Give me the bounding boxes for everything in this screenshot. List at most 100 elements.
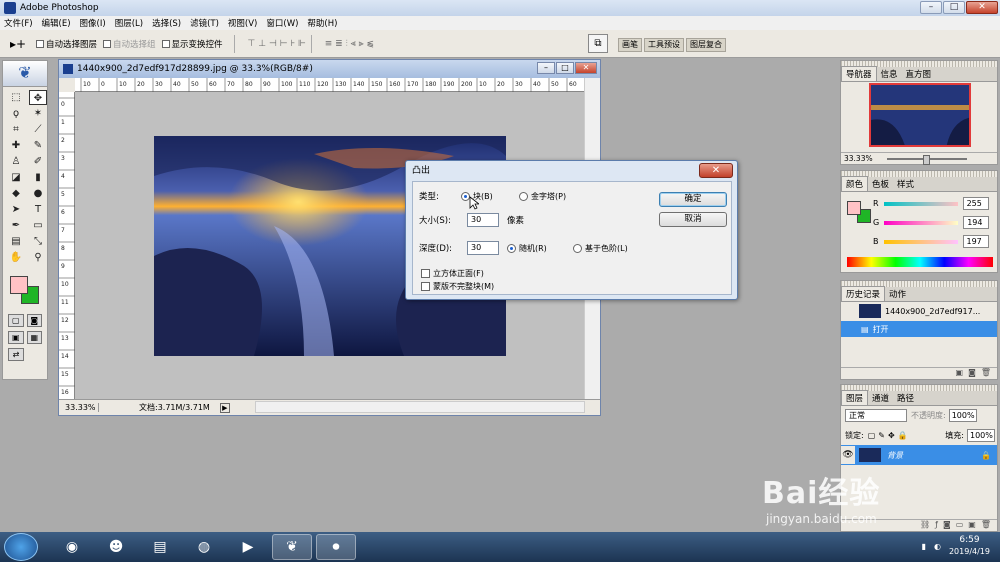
- history-brush-tool-icon[interactable]: ✐: [29, 154, 47, 169]
- notes-tool-icon[interactable]: ▤: [7, 234, 25, 249]
- tray-volume-icon[interactable]: ◐: [934, 542, 941, 551]
- minimize-button[interactable]: –: [920, 1, 942, 14]
- history-step-open[interactable]: ▤ 打开: [841, 321, 997, 337]
- stamp-tool-icon[interactable]: ♙: [7, 154, 25, 169]
- quick-mask-button[interactable]: ◙: [26, 314, 42, 327]
- b-slider[interactable]: [883, 239, 958, 244]
- crop-tool-icon[interactable]: ⌗: [7, 122, 25, 137]
- tab-swatches[interactable]: 色板: [868, 177, 893, 191]
- close-button[interactable]: ✕: [966, 1, 998, 14]
- foreground-color-swatch[interactable]: [10, 276, 28, 294]
- tab-navigator[interactable]: 导航器: [841, 66, 877, 81]
- well-tab-layer-comps[interactable]: 图层复合: [686, 38, 726, 52]
- auto-select-layer-checkbox[interactable]: 自动选择图层: [36, 38, 97, 50]
- lasso-tool-icon[interactable]: ϙ: [7, 106, 25, 121]
- depth-level-radio[interactable]: 基于色阶(L): [573, 243, 628, 254]
- menu-window[interactable]: 窗口(W): [266, 17, 298, 29]
- tab-paths[interactable]: 路径: [893, 391, 918, 405]
- navigator-thumbnail[interactable]: [869, 83, 971, 147]
- dialog-close-button[interactable]: ✕: [699, 163, 733, 178]
- show-transform-checkbox[interactable]: 显示变换控件: [161, 38, 223, 50]
- shape-tool-icon[interactable]: ▭: [29, 218, 47, 233]
- menu-layer[interactable]: 图层(L): [115, 17, 143, 29]
- r-value[interactable]: 255: [962, 197, 989, 210]
- tab-layers[interactable]: 图层: [841, 390, 869, 405]
- taskbar-app-photoshop-icon[interactable]: ❦: [272, 534, 312, 560]
- layer-row-background[interactable]: 👁 背景 🔒: [841, 445, 997, 465]
- dodge-tool-icon[interactable]: ●: [29, 186, 47, 201]
- navigator-zoom[interactable]: 33.33%: [844, 154, 873, 163]
- tab-color[interactable]: 颜色: [841, 176, 869, 191]
- brush-tool-icon[interactable]: ✎: [29, 138, 47, 153]
- new-group-icon[interactable]: ▭: [956, 520, 964, 531]
- layer-mask-icon[interactable]: ◙: [943, 520, 951, 531]
- mask-incomplete-checkbox[interactable]: 蒙版不完整块(M): [421, 281, 494, 292]
- start-button[interactable]: [4, 533, 38, 561]
- taskbar-app-player-icon[interactable]: ▶: [228, 534, 268, 560]
- menu-select[interactable]: 选择(S): [152, 17, 181, 29]
- layer-visibility-eye-icon[interactable]: 👁: [841, 446, 855, 464]
- blur-tool-icon[interactable]: ◆: [7, 186, 25, 201]
- marquee-tool-icon[interactable]: ⬚: [7, 90, 25, 105]
- blend-mode-select[interactable]: 正常: [845, 409, 907, 422]
- zoom-tool-icon[interactable]: ⚲: [29, 250, 47, 265]
- screen-mode-full-button[interactable]: ▦: [26, 331, 42, 344]
- menu-view[interactable]: 视图(V): [228, 17, 257, 29]
- palette-well-icon[interactable]: ⧉: [588, 34, 608, 53]
- menu-image[interactable]: 图像(I): [80, 17, 106, 29]
- history-snapshot[interactable]: 1440x900_2d7edf917...: [841, 303, 997, 319]
- move-tool-preset-icon[interactable]: ▸+: [10, 34, 36, 54]
- tab-history[interactable]: 历史记录: [841, 286, 886, 301]
- pen-tool-icon[interactable]: ✒: [7, 218, 25, 233]
- g-slider[interactable]: [884, 220, 959, 225]
- menu-help[interactable]: 帮助(H): [307, 17, 337, 29]
- taskbar-app-qq-icon[interactable]: ☻: [96, 534, 136, 560]
- taskbar-app-explorer-icon[interactable]: ▤: [140, 534, 180, 560]
- delete-state-icon[interactable]: 🗑: [981, 368, 991, 379]
- depth-input[interactable]: 30: [467, 241, 499, 255]
- color-spectrum-ramp[interactable]: [847, 257, 993, 267]
- move-tool-icon[interactable]: ✥: [29, 90, 47, 105]
- link-layers-icon[interactable]: ⛓: [920, 520, 930, 531]
- distribute-buttons[interactable]: ≡ ≣ ⫶ ⫷ ⫸ ⫹: [325, 39, 374, 49]
- r-slider[interactable]: [883, 201, 958, 206]
- eyedropper-tool-icon[interactable]: ⤡: [29, 234, 47, 249]
- jump-to-imageready-button[interactable]: ⇄: [8, 348, 24, 361]
- eraser-tool-icon[interactable]: ◪: [7, 170, 25, 185]
- type-tool-icon[interactable]: T: [29, 202, 47, 217]
- screen-mode-standard-button[interactable]: ▣: [8, 331, 24, 344]
- menu-filter[interactable]: 滤镜(T): [190, 17, 219, 29]
- doc-close-button[interactable]: ✕: [575, 62, 597, 74]
- feather-logo-icon[interactable]: ❦: [3, 61, 47, 87]
- gradient-tool-icon[interactable]: ▮: [29, 170, 47, 185]
- new-document-from-state-icon[interactable]: ▣: [956, 368, 964, 379]
- taskbar-app-firefox-icon[interactable]: ◍: [184, 534, 224, 560]
- menu-file[interactable]: 文件(F): [4, 17, 33, 29]
- ok-button[interactable]: 确定: [659, 192, 727, 207]
- align-buttons[interactable]: ⊤ ⊥ ⊣ ⊢ ⊦ ⊩: [248, 39, 306, 49]
- lock-icons[interactable]: ▢✎✥🔒: [868, 431, 911, 440]
- doc-maximize-button[interactable]: □: [556, 62, 574, 74]
- path-select-tool-icon[interactable]: ➤: [7, 202, 25, 217]
- panel-foreground-swatch[interactable]: [847, 201, 861, 215]
- opacity-input[interactable]: 100%: [948, 409, 977, 422]
- magic-wand-tool-icon[interactable]: ✶: [29, 106, 47, 121]
- tray-network-icon[interactable]: ▮: [922, 542, 926, 551]
- depth-random-radio[interactable]: 随机(R): [507, 243, 547, 254]
- tab-styles[interactable]: 样式: [893, 177, 918, 191]
- taskbar-app-360-icon[interactable]: ◉: [52, 534, 92, 560]
- maximize-button[interactable]: □: [943, 1, 965, 14]
- well-tab-brushes[interactable]: 画笔: [618, 38, 642, 52]
- menu-edit[interactable]: 编辑(E): [42, 17, 71, 29]
- healing-brush-tool-icon[interactable]: ✚: [7, 138, 25, 153]
- tab-actions[interactable]: 动作: [885, 287, 910, 301]
- b-value[interactable]: 197: [962, 235, 989, 248]
- navigator-zoom-slider[interactable]: [886, 154, 967, 165]
- type-pyramid-radio[interactable]: 金字塔(P): [519, 191, 566, 202]
- fill-input[interactable]: 100%: [967, 429, 995, 442]
- hand-tool-icon[interactable]: ✋: [7, 250, 25, 265]
- size-input[interactable]: 30: [467, 213, 499, 227]
- doc-minimize-button[interactable]: –: [537, 62, 555, 74]
- horizontal-scrollbar[interactable]: [255, 401, 585, 413]
- new-layer-icon[interactable]: ▣: [968, 520, 976, 531]
